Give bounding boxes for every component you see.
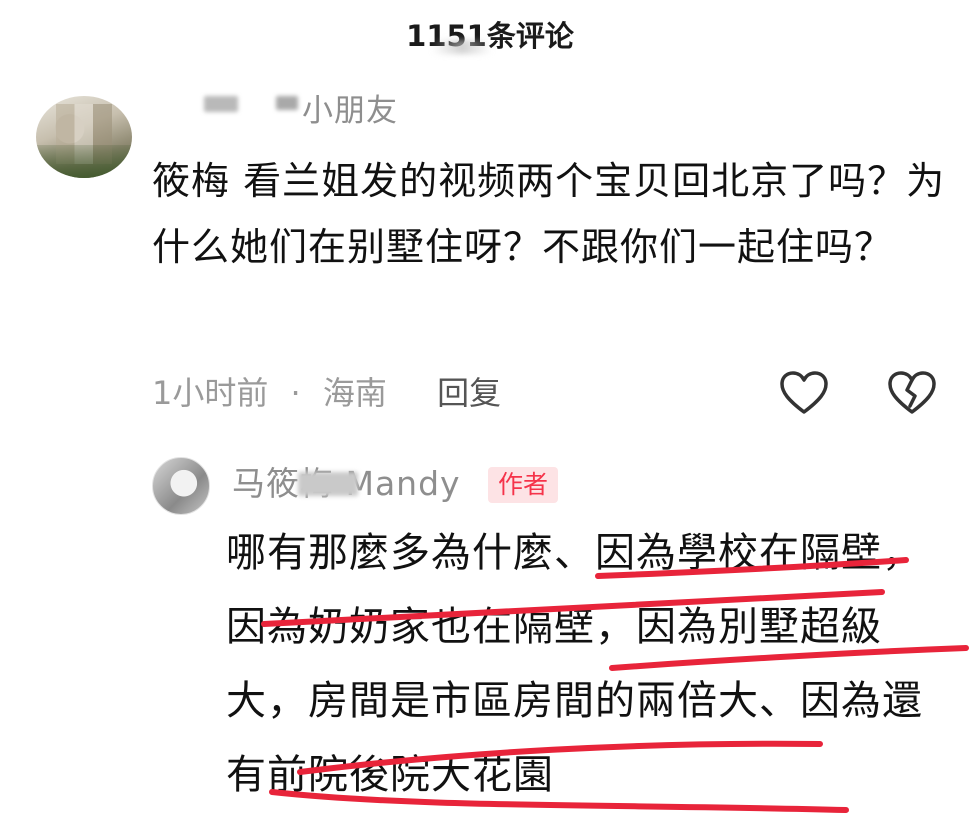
- avatar-foliage: [36, 145, 132, 178]
- redaction-smudge: [432, 40, 492, 54]
- avatar[interactable]: [36, 96, 132, 178]
- comments-count-title: 1151条评论: [406, 19, 574, 53]
- broken-heart-icon: [888, 371, 936, 414]
- comment-time: 1小时前: [152, 374, 269, 412]
- comment-username-text: 小朋友: [302, 93, 398, 129]
- username-redaction: [276, 96, 298, 110]
- comment-meta: 1小时前 · 海南 回复: [152, 368, 501, 418]
- meta-separator: ·: [290, 374, 301, 412]
- username-redaction: [204, 96, 238, 112]
- avatar[interactable]: [152, 457, 210, 515]
- reply-text: 哪有那麼多為什麼、因為學校在隔壁，因為奶奶家也在隔壁，因為別墅超級大，房間是市區…: [226, 530, 923, 798]
- like-button[interactable]: [778, 370, 830, 418]
- comment-username[interactable]: 小朋友: [302, 88, 398, 134]
- comment-location: 海南: [322, 374, 387, 412]
- username-redaction: [298, 472, 358, 496]
- dislike-button[interactable]: [886, 370, 938, 418]
- comment-text: 筱梅 看兰姐发的视频两个宝贝回北京了吗？为什么她们在别墅住呀？不跟你们一起住吗？: [152, 159, 946, 269]
- author-badge: 作者: [488, 467, 559, 503]
- reply-button[interactable]: 回复: [437, 374, 501, 412]
- heart-outline-icon: [780, 371, 828, 414]
